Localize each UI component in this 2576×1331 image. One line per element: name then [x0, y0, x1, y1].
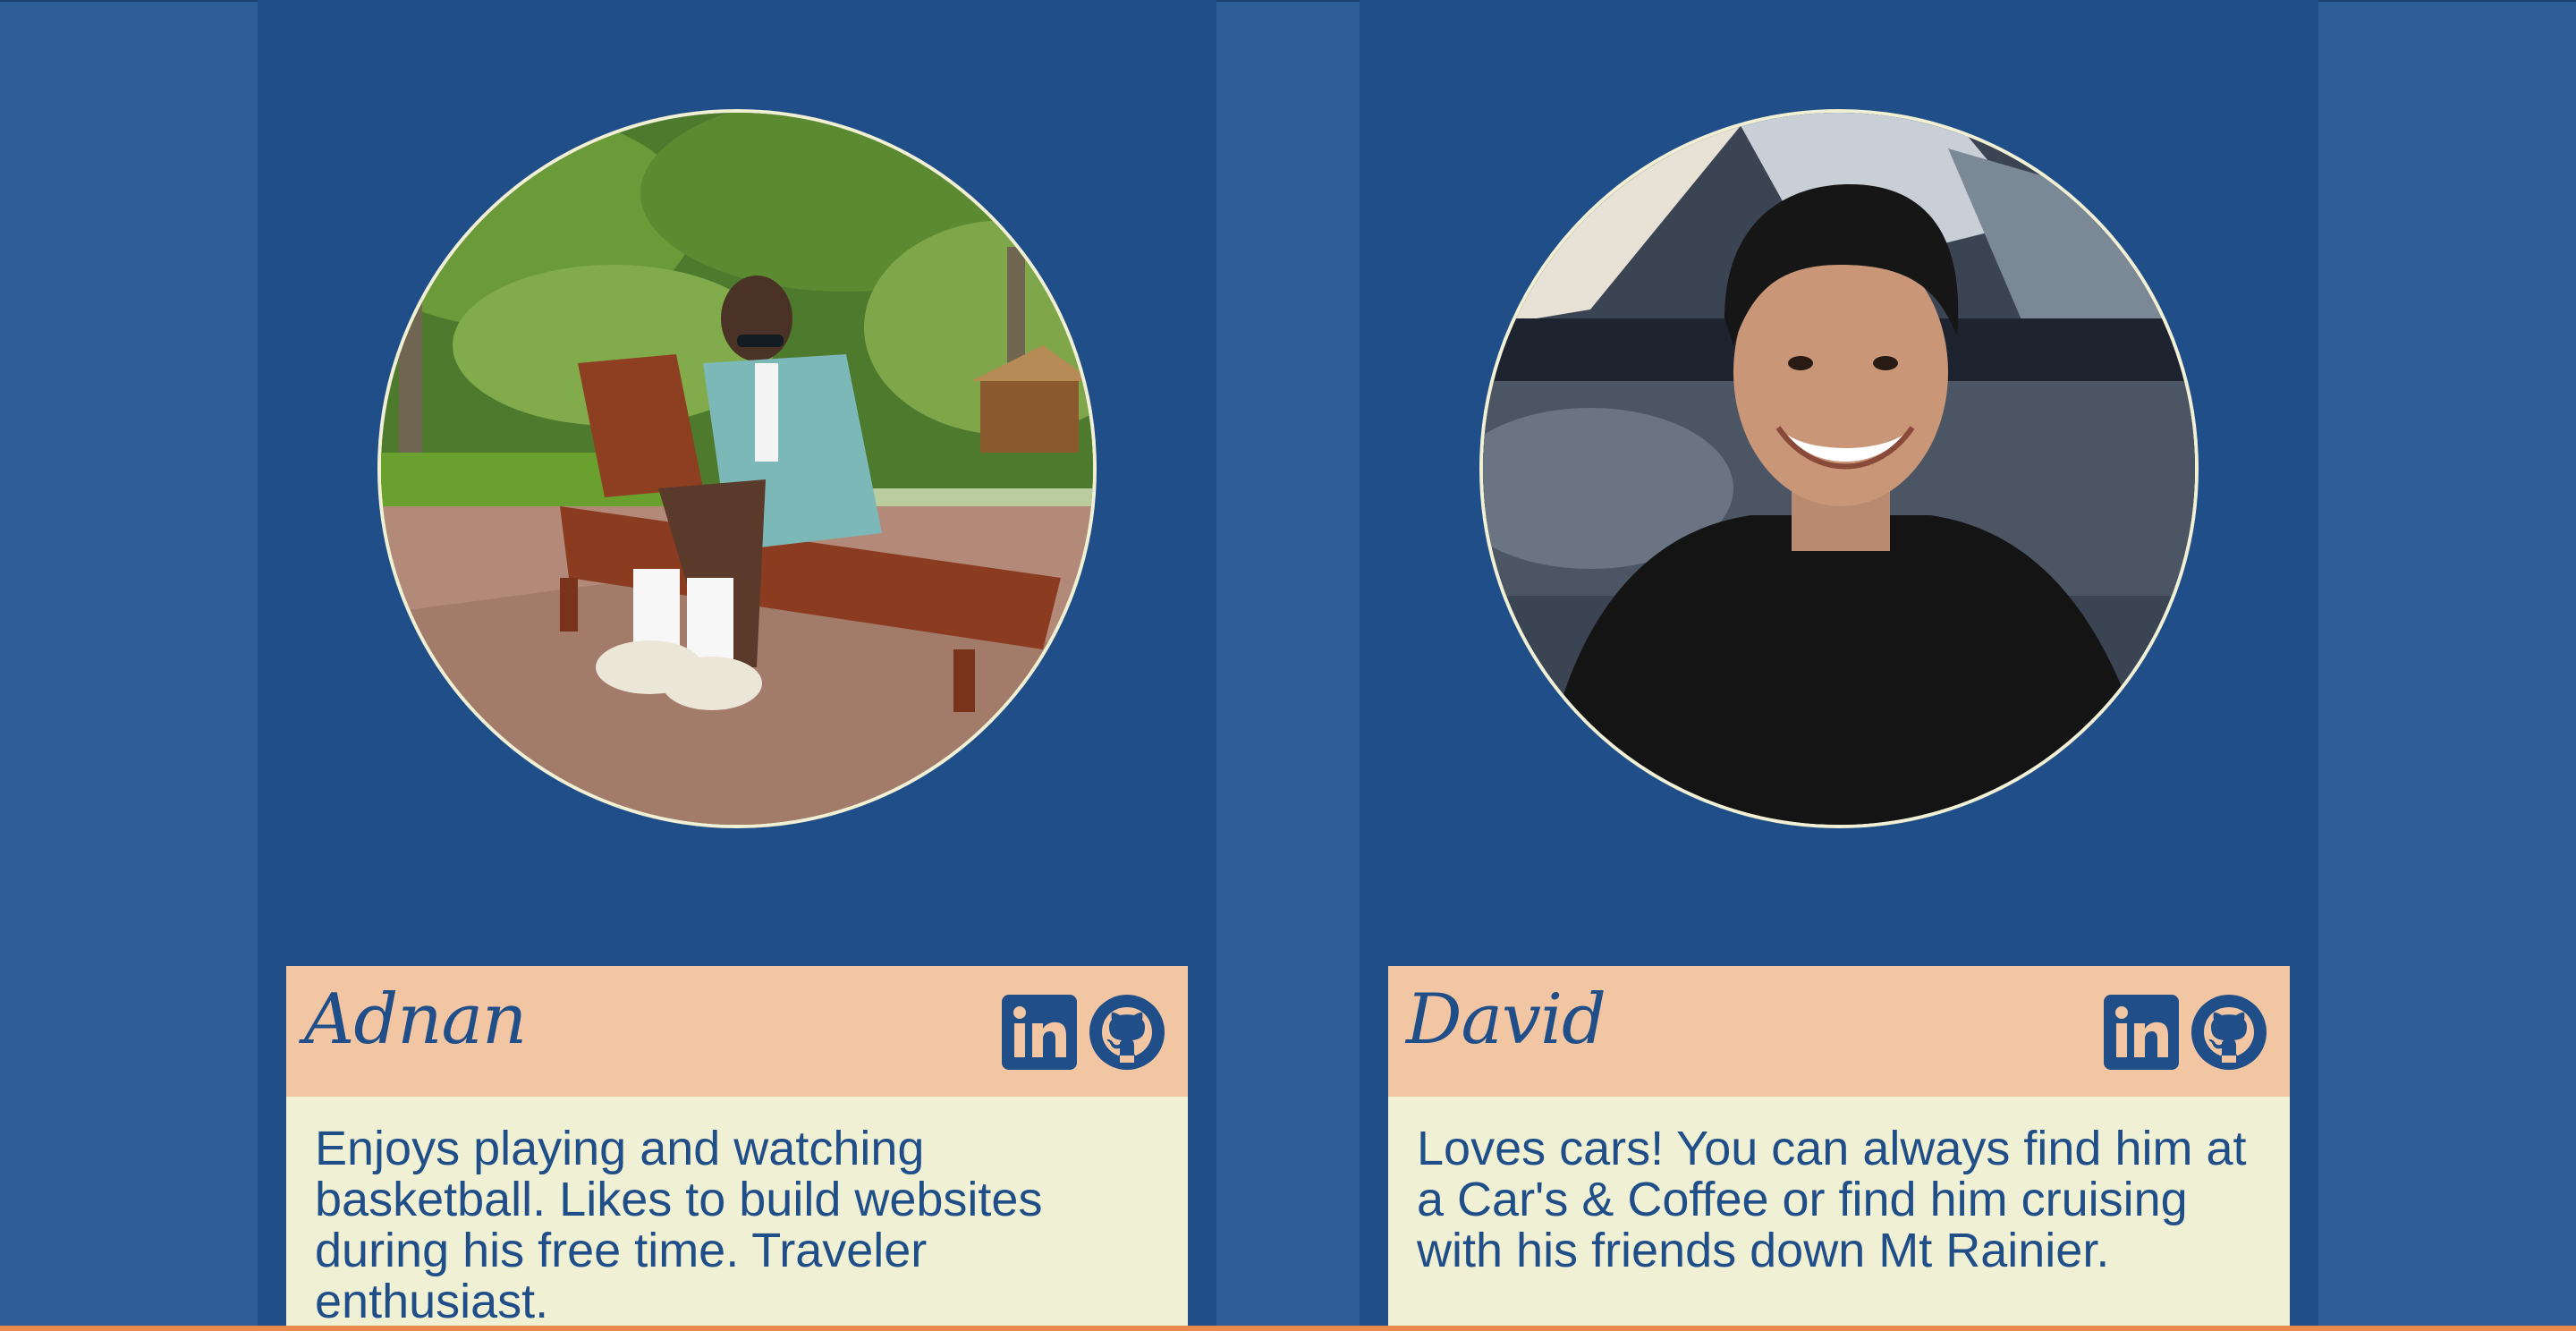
profile-card-david: David Loves cars! You can always find hi…: [1388, 966, 2290, 1326]
avatar-photo-adnan: [377, 109, 1097, 828]
social-links: [1000, 993, 1166, 1072]
card-header: Adnan: [286, 966, 1188, 1097]
github-icon[interactable]: [2190, 993, 2268, 1072]
team-member-column-david: David Loves cars! You can always find hi…: [1360, 0, 2318, 1326]
member-bio: Enjoys playing and watching basketball. …: [315, 1122, 1043, 1327]
linkedin-icon[interactable]: [2102, 993, 2181, 1072]
social-links: [2102, 993, 2268, 1072]
avatar-photo-david: [1479, 109, 2199, 828]
card-header: David: [1388, 966, 2290, 1097]
team-member-column-adnan: Adnan Enjoys playing and watching basket…: [258, 0, 1216, 1326]
github-icon[interactable]: [1088, 993, 1166, 1072]
team-page: Adnan Enjoys playing and watching basket…: [0, 0, 2576, 1331]
linkedin-icon[interactable]: [1000, 993, 1079, 1072]
profile-card-adnan: Adnan Enjoys playing and watching basket…: [286, 966, 1188, 1326]
member-name: David: [1406, 979, 1606, 1060]
photo-adnan-illustration: [381, 113, 1093, 825]
card-body: Enjoys playing and watching basketball. …: [286, 1097, 1188, 1326]
member-name: Adnan: [304, 979, 527, 1060]
card-body: Loves cars! You can always find him at a…: [1388, 1097, 2290, 1326]
photo-david-illustration: [1483, 113, 2195, 825]
bottom-accent-bar: [0, 1326, 2576, 1331]
member-bio: Loves cars! You can always find him at a…: [1417, 1122, 2247, 1277]
